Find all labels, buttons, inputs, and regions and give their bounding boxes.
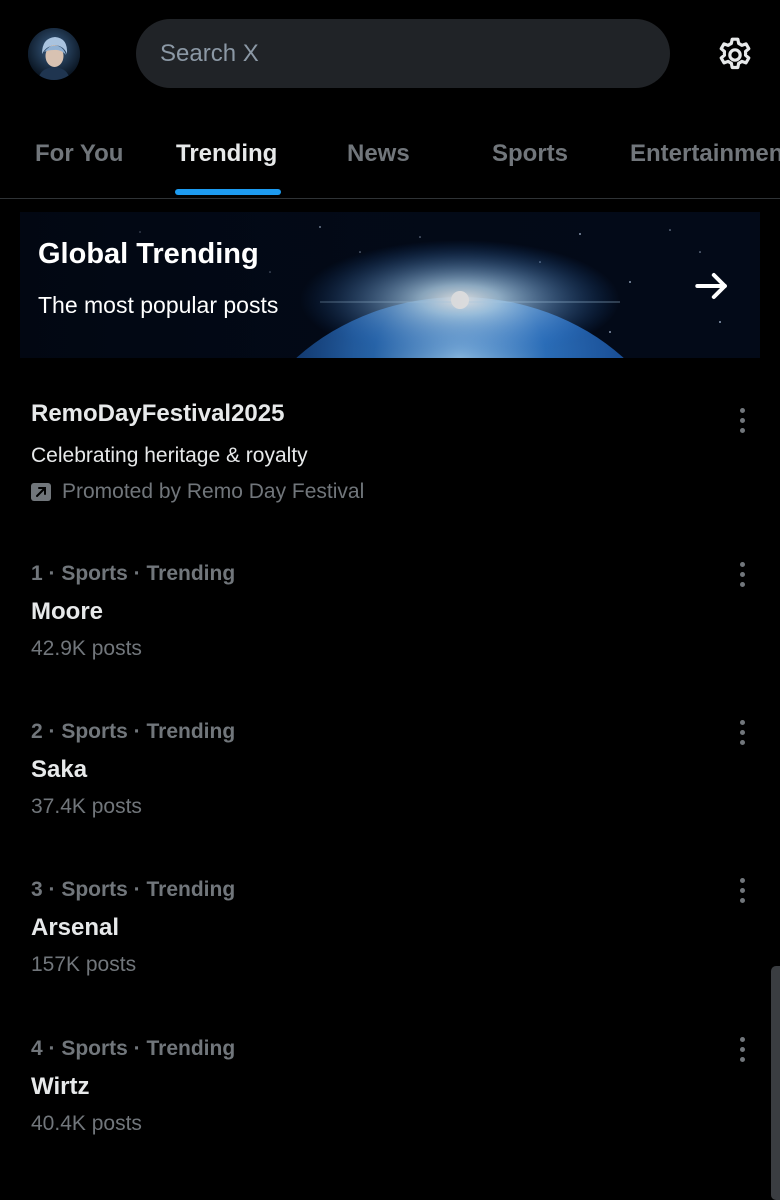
explore-tabs: For You Trending News Sports Entertainme… [0, 110, 780, 199]
earth-image [20, 212, 760, 358]
search-input[interactable]: Search X [136, 19, 670, 88]
arrow-right-icon[interactable] [690, 264, 734, 308]
gear-icon[interactable] [712, 32, 758, 78]
trend-item[interactable]: 2 · Sports · Trending Saka 37.4K posts [0, 719, 780, 830]
trend-meta: 1 · Sports · Trending [31, 562, 236, 585]
promoted-by: Promoted by Remo Day Festival [31, 480, 364, 504]
explore-page: Search X For You Trending News Sports En… [0, 0, 780, 1200]
more-options-icon[interactable] [730, 554, 754, 594]
banner-title: Global Trending [38, 238, 259, 270]
trend-item[interactable]: 1 · Sports · Trending Moore 42.9K posts [0, 561, 780, 672]
promoted-by-text: Promoted by Remo Day Festival [62, 480, 365, 503]
tab-news[interactable]: News [347, 110, 410, 198]
promoted-description: Celebrating heritage & royalty [31, 444, 308, 467]
banner-subtitle: The most popular posts [38, 292, 279, 318]
scrollbar[interactable] [771, 966, 780, 1200]
tab-sports[interactable]: Sports [492, 110, 568, 198]
tab-trending[interactable]: Trending [176, 110, 277, 198]
more-options-icon[interactable] [730, 1029, 754, 1069]
trend-meta: 4 · Sports · Trending [31, 1037, 236, 1060]
trend-post-count: 157K posts [31, 953, 137, 976]
trend-name: Saka [31, 756, 88, 783]
trend-meta: 2 · Sports · Trending [31, 720, 236, 743]
tab-for-you[interactable]: For You [35, 110, 123, 198]
tab-entertainment[interactable]: Entertainment [630, 110, 780, 198]
trend-meta: 3 · Sports · Trending [31, 878, 236, 901]
promoted-icon [31, 482, 51, 502]
more-options-icon[interactable] [730, 870, 754, 910]
active-tab-indicator [175, 189, 281, 195]
trend-name: Arsenal [31, 914, 120, 941]
trend-item[interactable]: 4 · Sports · Trending Wirtz 40.4K posts [0, 1036, 780, 1147]
search-placeholder: Search X [160, 39, 259, 67]
trend-name: Moore [31, 598, 103, 625]
more-options-icon[interactable] [730, 400, 754, 440]
profile-avatar[interactable] [28, 28, 80, 80]
trend-post-count: 40.4K posts [31, 1112, 142, 1135]
more-options-icon[interactable] [730, 712, 754, 752]
promoted-trend[interactable]: RemoDayFestival2025 Celebrating heritage… [0, 400, 780, 510]
global-trending-banner[interactable]: Global Trending The most popular posts [20, 212, 760, 358]
top-bar: Search X [0, 0, 780, 110]
trend-post-count: 37.4K posts [31, 795, 142, 818]
promoted-title: RemoDayFestival2025 [31, 400, 285, 427]
trend-name: Wirtz [31, 1073, 90, 1100]
trend-item[interactable]: 3 · Sports · Trending Arsenal 157K posts [0, 877, 780, 988]
trend-post-count: 42.9K posts [31, 637, 142, 660]
